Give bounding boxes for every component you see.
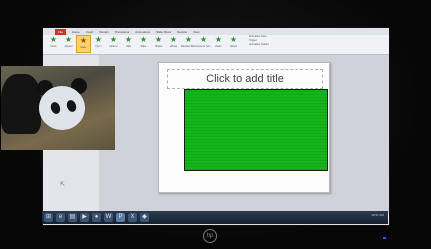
- mouse-cursor-icon: ⇱: [60, 182, 66, 188]
- tab-insert[interactable]: Insert: [86, 30, 94, 34]
- animation-split[interactable]: ★ Split: [121, 35, 136, 53]
- animations-ribbon: ★ None ★ Appear ★ Fade ★ Fly In ★ Float In ★ S…: [43, 35, 389, 55]
- animation-fly-in[interactable]: ★ Fly In: [91, 35, 106, 53]
- animation-wipe[interactable]: ★ Wipe: [136, 35, 151, 53]
- tab-view[interactable]: View: [193, 30, 199, 34]
- animation-random-bars[interactable]: ★ Random Bars: [181, 35, 196, 53]
- animation-grow-turn[interactable]: ★ Grow & Turn: [196, 35, 211, 53]
- star-icon: ★: [229, 35, 238, 44]
- panda-head: [39, 86, 85, 130]
- star-icon: ★: [79, 36, 88, 45]
- star-icon: ★: [94, 35, 103, 44]
- system-tray-clock[interactable]: 10:51 AM: [371, 213, 384, 217]
- chrome-icon[interactable]: ●: [92, 213, 101, 222]
- animation-fade[interactable]: ★ Fade: [76, 35, 91, 53]
- ribbon-tabs: File Home Insert Design Transitions Anim…: [43, 28, 389, 35]
- powerpoint-icon[interactable]: P: [116, 213, 125, 222]
- title-placeholder[interactable]: Click to add title: [167, 69, 323, 89]
- animation-painter-button[interactable]: Animation Painter: [249, 43, 269, 47]
- green-rectangle-shape[interactable]: [184, 89, 328, 171]
- panda-photo[interactable]: [1, 66, 115, 150]
- star-icon: ★: [49, 35, 58, 44]
- star-icon: ★: [109, 35, 118, 44]
- star-icon: ★: [139, 35, 148, 44]
- advanced-animation-group: Animation Pane Trigger Animation Painter: [247, 35, 269, 47]
- star-icon: ★: [184, 35, 193, 44]
- star-icon: ★: [214, 35, 223, 44]
- monitor-frame: File Home Insert Design Transitions Anim…: [0, 0, 431, 249]
- animation-shape[interactable]: ★ Shape: [151, 35, 166, 53]
- panda-body: [1, 74, 41, 134]
- animation-float-in[interactable]: ★ Float In: [106, 35, 121, 53]
- animation-none[interactable]: ★ None: [46, 35, 61, 53]
- star-icon: ★: [64, 35, 73, 44]
- star-icon: ★: [199, 35, 208, 44]
- star-icon: ★: [154, 35, 163, 44]
- explorer-icon[interactable]: ▤: [68, 213, 77, 222]
- other-app-icon[interactable]: ◆: [140, 213, 149, 222]
- animation-appear[interactable]: ★ Appear: [61, 35, 76, 53]
- power-indicator: [383, 237, 386, 239]
- tab-design[interactable]: Design: [99, 30, 108, 34]
- animation-swivel[interactable]: ★ Swivel: [226, 35, 241, 53]
- media-icon[interactable]: ▶: [80, 213, 89, 222]
- animation-zoom[interactable]: ★ Zoom: [211, 35, 226, 53]
- tab-home[interactable]: Home: [72, 30, 80, 34]
- tab-animations[interactable]: Animations: [135, 30, 150, 34]
- star-icon: ★: [169, 35, 178, 44]
- tab-review[interactable]: Review: [177, 30, 187, 34]
- excel-icon[interactable]: X: [128, 213, 137, 222]
- word-icon[interactable]: W: [104, 213, 113, 222]
- tab-file[interactable]: File: [55, 28, 66, 35]
- ie-icon[interactable]: e: [56, 213, 65, 222]
- star-icon: ★: [124, 35, 133, 44]
- windows-taskbar: ⊞ e ▤ ▶ ● W P X ◆ 10:51 AM: [42, 211, 388, 224]
- tab-slide-show[interactable]: Slide Show: [156, 30, 171, 34]
- hp-logo: hp: [203, 229, 217, 243]
- animation-wheel[interactable]: ★ Wheel: [166, 35, 181, 53]
- start-button[interactable]: ⊞: [44, 213, 53, 222]
- tab-transitions[interactable]: Transitions: [115, 30, 130, 34]
